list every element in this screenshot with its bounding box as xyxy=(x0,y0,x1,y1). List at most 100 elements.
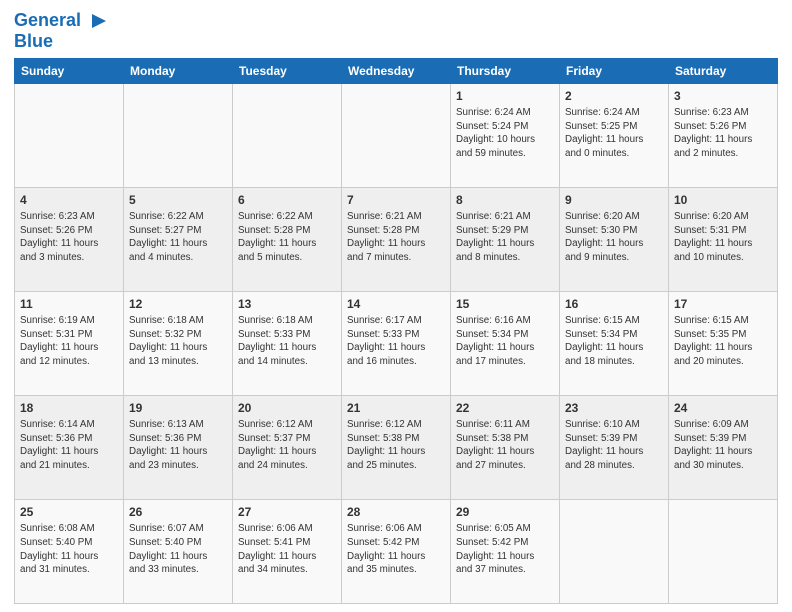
day-cell xyxy=(560,499,669,603)
day-number: 10 xyxy=(674,192,772,208)
day-cell: 22 Sunrise: 6:11 AM Sunset: 5:38 PM Dayli… xyxy=(451,395,560,499)
week-row-2: 11 Sunrise: 6:19 AM Sunset: 5:31 PM Dayli… xyxy=(15,291,778,395)
day-number: 25 xyxy=(20,504,118,520)
day-cell: 1Sunrise: 6:24 AM Sunset: 5:24 PM Daylig… xyxy=(451,83,560,187)
day-info: Sunrise: 6:12 AM Sunset: 5:37 PM Dayligh… xyxy=(238,418,336,473)
calendar-body: 1Sunrise: 6:24 AM Sunset: 5:24 PM Daylig… xyxy=(15,83,778,603)
day-number: 26 xyxy=(129,504,227,520)
logo-icon xyxy=(88,10,110,32)
header: General Blue xyxy=(14,10,778,52)
day-cell: 27 Sunrise: 6:06 AM Sunset: 5:41 PM Dayli… xyxy=(233,499,342,603)
day-number: 24 xyxy=(674,400,772,416)
day-cell: 23Sunrise: 6:10 AM Sunset: 5:39 PM Dayli… xyxy=(560,395,669,499)
day-number: 18 xyxy=(20,400,118,416)
day-info: Sunrise: 6:19 AM Sunset: 5:31 PM Dayligh… xyxy=(20,314,118,369)
day-info: Sunrise: 6:18 AM Sunset: 5:32 PM Dayligh… xyxy=(129,314,227,369)
day-cell: 21 Sunrise: 6:12 AM Sunset: 5:38 PM Dayli… xyxy=(342,395,451,499)
day-number: 9 xyxy=(565,192,663,208)
week-row-3: 18 Sunrise: 6:14 AM Sunset: 5:36 PM Dayli… xyxy=(15,395,778,499)
day-info: Sunrise: 6:14 AM Sunset: 5:36 PM Dayligh… xyxy=(20,418,118,473)
day-number: 8 xyxy=(456,192,554,208)
day-info: Sunrise: 6:17 AM Sunset: 5:33 PM Dayligh… xyxy=(347,314,445,369)
day-cell: 12 Sunrise: 6:18 AM Sunset: 5:32 PM Dayli… xyxy=(124,291,233,395)
day-cell: 28Sunrise: 6:06 AM Sunset: 5:42 PM Dayli… xyxy=(342,499,451,603)
day-info: Sunrise: 6:24 AM Sunset: 5:25 PM Dayligh… xyxy=(565,106,663,161)
day-cell: 18 Sunrise: 6:14 AM Sunset: 5:36 PM Dayli… xyxy=(15,395,124,499)
day-number: 3 xyxy=(674,88,772,104)
day-cell: 26 Sunrise: 6:07 AM Sunset: 5:40 PM Dayli… xyxy=(124,499,233,603)
day-number: 1 xyxy=(456,88,554,104)
day-info: Sunrise: 6:18 AM Sunset: 5:33 PM Dayligh… xyxy=(238,314,336,369)
logo-general: General xyxy=(14,10,81,30)
day-cell: 16Sunrise: 6:15 AM Sunset: 5:34 PM Dayli… xyxy=(560,291,669,395)
calendar-table: SundayMondayTuesdayWednesdayThursdayFrid… xyxy=(14,58,778,604)
column-header-saturday: Saturday xyxy=(669,58,778,83)
column-header-thursday: Thursday xyxy=(451,58,560,83)
day-cell xyxy=(669,499,778,603)
day-cell: 19 Sunrise: 6:13 AM Sunset: 5:36 PM Dayli… xyxy=(124,395,233,499)
day-number: 4 xyxy=(20,192,118,208)
day-info: Sunrise: 6:08 AM Sunset: 5:40 PM Dayligh… xyxy=(20,522,118,577)
column-header-monday: Monday xyxy=(124,58,233,83)
day-info: Sunrise: 6:22 AM Sunset: 5:27 PM Dayligh… xyxy=(129,210,227,265)
day-cell xyxy=(342,83,451,187)
day-cell: 6 Sunrise: 6:22 AM Sunset: 5:28 PM Daylig… xyxy=(233,187,342,291)
day-info: Sunrise: 6:12 AM Sunset: 5:38 PM Dayligh… xyxy=(347,418,445,473)
day-number: 13 xyxy=(238,296,336,312)
column-header-sunday: Sunday xyxy=(15,58,124,83)
day-number: 27 xyxy=(238,504,336,520)
calendar-header: SundayMondayTuesdayWednesdayThursdayFrid… xyxy=(15,58,778,83)
day-number: 29 xyxy=(456,504,554,520)
day-number: 11 xyxy=(20,296,118,312)
day-info: Sunrise: 6:13 AM Sunset: 5:36 PM Dayligh… xyxy=(129,418,227,473)
day-cell: 8 Sunrise: 6:21 AM Sunset: 5:29 PM Daylig… xyxy=(451,187,560,291)
day-cell: 25 Sunrise: 6:08 AM Sunset: 5:40 PM Dayli… xyxy=(15,499,124,603)
day-number: 6 xyxy=(238,192,336,208)
day-cell: 17Sunrise: 6:15 AM Sunset: 5:35 PM Dayli… xyxy=(669,291,778,395)
day-number: 22 xyxy=(456,400,554,416)
day-cell: 14 Sunrise: 6:17 AM Sunset: 5:33 PM Dayli… xyxy=(342,291,451,395)
day-cell xyxy=(124,83,233,187)
day-number: 21 xyxy=(347,400,445,416)
day-number: 28 xyxy=(347,504,445,520)
day-info: Sunrise: 6:22 AM Sunset: 5:28 PM Dayligh… xyxy=(238,210,336,265)
day-number: 23 xyxy=(565,400,663,416)
column-header-friday: Friday xyxy=(560,58,669,83)
day-cell: 15 Sunrise: 6:16 AM Sunset: 5:34 PM Dayli… xyxy=(451,291,560,395)
day-cell: 5 Sunrise: 6:22 AM Sunset: 5:27 PM Daylig… xyxy=(124,187,233,291)
day-cell: 4 Sunrise: 6:23 AM Sunset: 5:26 PM Daylig… xyxy=(15,187,124,291)
day-info: Sunrise: 6:05 AM Sunset: 5:42 PM Dayligh… xyxy=(456,522,554,577)
day-cell: 9Sunrise: 6:20 AM Sunset: 5:30 PM Daylig… xyxy=(560,187,669,291)
logo: General Blue xyxy=(14,10,110,52)
day-info: Sunrise: 6:16 AM Sunset: 5:34 PM Dayligh… xyxy=(456,314,554,369)
day-cell xyxy=(15,83,124,187)
day-cell xyxy=(233,83,342,187)
day-cell: 11 Sunrise: 6:19 AM Sunset: 5:31 PM Dayli… xyxy=(15,291,124,395)
week-row-1: 4 Sunrise: 6:23 AM Sunset: 5:26 PM Daylig… xyxy=(15,187,778,291)
day-cell: 20Sunrise: 6:12 AM Sunset: 5:37 PM Dayli… xyxy=(233,395,342,499)
week-row-0: 1Sunrise: 6:24 AM Sunset: 5:24 PM Daylig… xyxy=(15,83,778,187)
day-cell: 3Sunrise: 6:23 AM Sunset: 5:26 PM Daylig… xyxy=(669,83,778,187)
day-number: 19 xyxy=(129,400,227,416)
day-number: 2 xyxy=(565,88,663,104)
day-info: Sunrise: 6:07 AM Sunset: 5:40 PM Dayligh… xyxy=(129,522,227,577)
day-info: Sunrise: 6:21 AM Sunset: 5:28 PM Dayligh… xyxy=(347,210,445,265)
day-info: Sunrise: 6:21 AM Sunset: 5:29 PM Dayligh… xyxy=(456,210,554,265)
day-number: 14 xyxy=(347,296,445,312)
page: General Blue SundayMondayTuesdayWednesda… xyxy=(0,0,792,612)
day-number: 5 xyxy=(129,192,227,208)
day-cell: 10 Sunrise: 6:20 AM Sunset: 5:31 PM Dayli… xyxy=(669,187,778,291)
day-cell: 2 Sunrise: 6:24 AM Sunset: 5:25 PM Daylig… xyxy=(560,83,669,187)
day-number: 12 xyxy=(129,296,227,312)
logo-blue: Blue xyxy=(14,32,110,52)
day-number: 15 xyxy=(456,296,554,312)
day-info: Sunrise: 6:06 AM Sunset: 5:41 PM Dayligh… xyxy=(238,522,336,577)
day-info: Sunrise: 6:11 AM Sunset: 5:38 PM Dayligh… xyxy=(456,418,554,473)
day-info: Sunrise: 6:23 AM Sunset: 5:26 PM Dayligh… xyxy=(20,210,118,265)
day-info: Sunrise: 6:15 AM Sunset: 5:35 PM Dayligh… xyxy=(674,314,772,369)
logo-text: General xyxy=(14,10,110,32)
day-info: Sunrise: 6:20 AM Sunset: 5:31 PM Dayligh… xyxy=(674,210,772,265)
column-header-wednesday: Wednesday xyxy=(342,58,451,83)
day-cell: 29 Sunrise: 6:05 AM Sunset: 5:42 PM Dayli… xyxy=(451,499,560,603)
column-header-tuesday: Tuesday xyxy=(233,58,342,83)
